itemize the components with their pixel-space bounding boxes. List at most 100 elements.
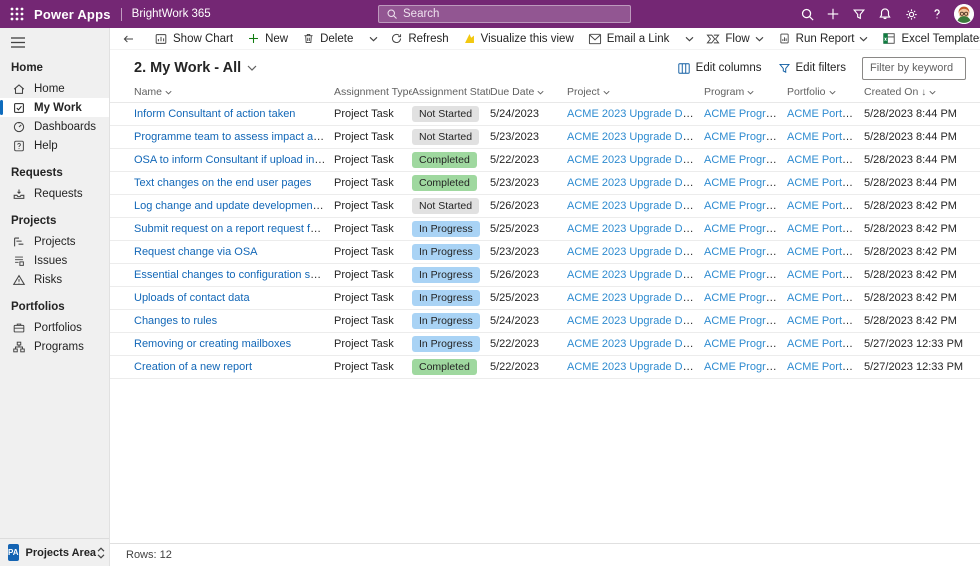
project-link[interactable]: ACME 2023 Upgrade Deliverable bbox=[567, 246, 704, 258]
sidebar-item-risks[interactable]: Risks bbox=[0, 270, 109, 289]
table-row[interactable]: Essential changes to configuration setti… bbox=[110, 264, 980, 287]
project-link[interactable]: ACME 2023 Upgrade Deliverable bbox=[567, 361, 704, 373]
search-icon[interactable] bbox=[794, 0, 820, 28]
column-header-assignment-type[interactable]: Assignment Type bbox=[334, 86, 412, 98]
project-link[interactable]: ACME 2023 Upgrade Deliverable bbox=[567, 292, 704, 304]
sidebar-item-projects[interactable]: Projects bbox=[0, 232, 109, 251]
task-name-link[interactable]: Submit request on a report request form bbox=[134, 223, 329, 235]
task-name-link[interactable]: Inform Consultant of action taken bbox=[134, 108, 295, 120]
table-row[interactable]: Programme team to assess impact and repo… bbox=[110, 126, 980, 149]
table-row[interactable]: Removing or creating mailboxes Project T… bbox=[110, 333, 980, 356]
table-row[interactable]: OSA to inform Consultant if upload invol… bbox=[110, 149, 980, 172]
program-link[interactable]: ACME Program bbox=[704, 108, 781, 120]
table-row[interactable]: Log change and update development site P… bbox=[110, 195, 980, 218]
keyword-filter-input[interactable] bbox=[862, 57, 966, 80]
area-switcher[interactable]: PA Projects Area bbox=[0, 538, 109, 566]
back-button[interactable] bbox=[114, 28, 143, 50]
email-link-dropdown-chevron[interactable] bbox=[680, 28, 699, 50]
table-row[interactable]: Inform Consultant of action taken Projec… bbox=[110, 103, 980, 126]
global-search-box[interactable]: Search bbox=[378, 5, 631, 23]
portfolio-link[interactable]: ACME Portfolio bbox=[787, 292, 862, 304]
show-chart-button[interactable]: Show Chart bbox=[147, 28, 240, 50]
portfolio-link[interactable]: ACME Portfolio bbox=[787, 361, 862, 373]
task-name-link[interactable]: Creation of a new report bbox=[134, 361, 252, 373]
task-name-link[interactable]: Request change via OSA bbox=[134, 246, 258, 258]
column-header-program[interactable]: Program bbox=[704, 86, 787, 98]
project-link[interactable]: ACME 2023 Upgrade Deliverable bbox=[567, 200, 704, 212]
column-header-project[interactable]: Project bbox=[567, 86, 704, 98]
column-header-name[interactable]: Name bbox=[134, 86, 334, 98]
program-link[interactable]: ACME Program bbox=[704, 269, 781, 281]
program-link[interactable]: ACME Program bbox=[704, 338, 781, 350]
project-link[interactable]: ACME 2023 Upgrade Deliverable bbox=[567, 223, 704, 235]
visualize-view-button[interactable]: Visualize this view bbox=[456, 28, 581, 50]
task-name-link[interactable]: Uploads of contact data bbox=[134, 292, 250, 304]
delete-button[interactable]: Delete bbox=[295, 28, 360, 50]
table-row[interactable]: Text changes on the end user pages Proje… bbox=[110, 172, 980, 195]
sidebar-item-dashboards[interactable]: Dashboards bbox=[0, 117, 109, 136]
task-name-link[interactable]: Removing or creating mailboxes bbox=[134, 338, 291, 350]
project-link[interactable]: ACME 2023 Upgrade Deliverable bbox=[567, 269, 704, 281]
edit-filters-button[interactable]: Edit filters bbox=[778, 62, 847, 75]
portfolio-link[interactable]: ACME Portfolio bbox=[787, 315, 862, 327]
program-link[interactable]: ACME Program bbox=[704, 246, 781, 258]
waffle-menu-icon[interactable] bbox=[0, 0, 34, 28]
email-link-button[interactable]: Email a Link bbox=[581, 28, 677, 50]
app-brand[interactable]: Power Apps bbox=[34, 7, 111, 22]
program-link[interactable]: ACME Program bbox=[704, 131, 781, 143]
sidebar-item-requests[interactable]: Requests bbox=[0, 184, 109, 203]
project-link[interactable]: ACME 2023 Upgrade Deliverable bbox=[567, 108, 704, 120]
project-link[interactable]: ACME 2023 Upgrade Deliverable bbox=[567, 154, 704, 166]
task-name-link[interactable]: Programme team to assess impact and repo… bbox=[134, 131, 334, 143]
project-link[interactable]: ACME 2023 Upgrade Deliverable bbox=[567, 177, 704, 189]
table-row[interactable]: Changes to rules Project Task In Progres… bbox=[110, 310, 980, 333]
refresh-button[interactable]: Refresh bbox=[383, 28, 455, 50]
sidebar-item-help[interactable]: Help bbox=[0, 136, 109, 155]
delete-dropdown-chevron[interactable] bbox=[364, 28, 383, 50]
program-link[interactable]: ACME Program bbox=[704, 154, 781, 166]
sidebar-item-issues[interactable]: Issues bbox=[0, 251, 109, 270]
table-row[interactable]: Submit request on a report request form … bbox=[110, 218, 980, 241]
excel-templates-button[interactable]: Excel Templates bbox=[875, 28, 980, 50]
portfolio-link[interactable]: ACME Portfolio bbox=[787, 108, 862, 120]
new-button[interactable]: New bbox=[240, 28, 295, 50]
program-link[interactable]: ACME Program bbox=[704, 177, 781, 189]
program-link[interactable]: ACME Program bbox=[704, 200, 781, 212]
program-link[interactable]: ACME Program bbox=[704, 223, 781, 235]
column-header-portfolio[interactable]: Portfolio bbox=[787, 86, 864, 98]
table-row[interactable]: Request change via OSA Project Task In P… bbox=[110, 241, 980, 264]
task-name-link[interactable]: Text changes on the end user pages bbox=[134, 177, 311, 189]
task-name-link[interactable]: Log change and update development site bbox=[134, 200, 334, 212]
project-link[interactable]: ACME 2023 Upgrade Deliverable bbox=[567, 338, 704, 350]
sidebar-item-portfolios[interactable]: Portfolios bbox=[0, 318, 109, 337]
portfolio-link[interactable]: ACME Portfolio bbox=[787, 338, 862, 350]
project-link[interactable]: ACME 2023 Upgrade Deliverable bbox=[567, 131, 704, 143]
column-header-assignment-status[interactable]: Assignment Status bbox=[412, 86, 490, 98]
task-name-link[interactable]: OSA to inform Consultant if upload invol… bbox=[134, 154, 334, 166]
flow-button[interactable]: Flow bbox=[699, 28, 770, 50]
help-icon[interactable] bbox=[924, 0, 950, 28]
portfolio-link[interactable]: ACME Portfolio bbox=[787, 177, 862, 189]
column-header-created-on[interactable]: Created On↓ bbox=[864, 86, 980, 98]
run-report-button[interactable]: Run Report bbox=[771, 28, 876, 50]
table-row[interactable]: Creation of a new report Project Task Co… bbox=[110, 356, 980, 379]
user-avatar[interactable] bbox=[954, 4, 974, 24]
task-name-link[interactable]: Essential changes to configuration setti… bbox=[134, 269, 334, 281]
edit-columns-button[interactable]: Edit columns bbox=[677, 62, 762, 75]
task-name-link[interactable]: Changes to rules bbox=[134, 315, 217, 327]
notifications-icon[interactable] bbox=[872, 0, 898, 28]
portfolio-link[interactable]: ACME Portfolio bbox=[787, 246, 862, 258]
environment-name[interactable]: BrightWork 365 bbox=[132, 8, 211, 20]
portfolio-link[interactable]: ACME Portfolio bbox=[787, 154, 862, 166]
program-link[interactable]: ACME Program bbox=[704, 292, 781, 304]
project-link[interactable]: ACME 2023 Upgrade Deliverable bbox=[567, 315, 704, 327]
portfolio-link[interactable]: ACME Portfolio bbox=[787, 200, 862, 212]
portfolio-link[interactable]: ACME Portfolio bbox=[787, 269, 862, 281]
program-link[interactable]: ACME Program bbox=[704, 315, 781, 327]
filter-icon[interactable] bbox=[846, 0, 872, 28]
table-row[interactable]: Uploads of contact data Project Task In … bbox=[110, 287, 980, 310]
sidebar-item-home[interactable]: Home bbox=[0, 79, 109, 98]
view-selector[interactable]: 2. My Work - All bbox=[134, 60, 257, 76]
portfolio-link[interactable]: ACME Portfolio bbox=[787, 223, 862, 235]
settings-gear-icon[interactable] bbox=[898, 0, 924, 28]
